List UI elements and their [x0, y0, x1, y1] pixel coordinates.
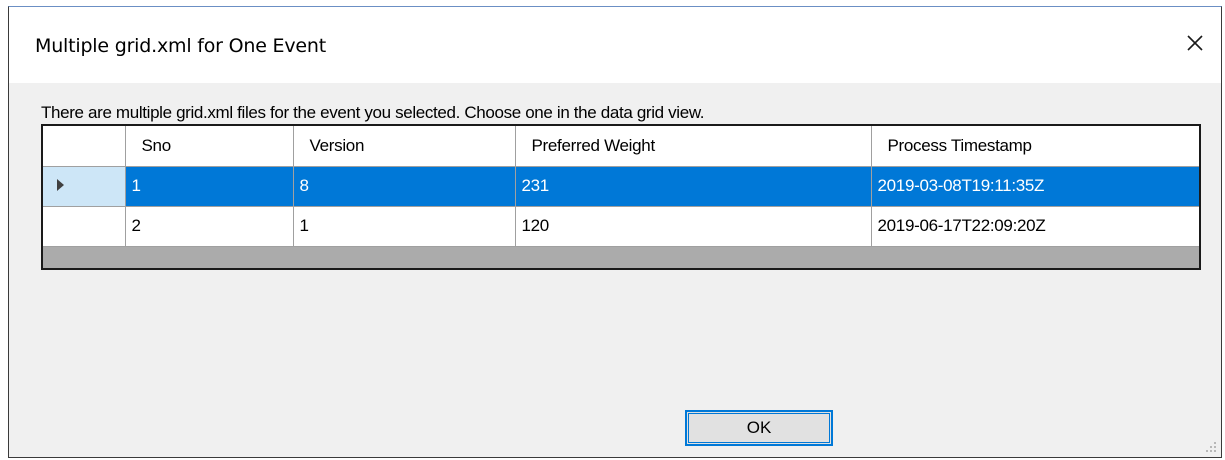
cell-preferred-weight[interactable]: 231	[515, 166, 872, 207]
dialog-window: Multiple grid.xml for One Event There ar…	[8, 6, 1222, 458]
cell-preferred-weight[interactable]: 120	[515, 206, 872, 247]
header-corner[interactable]	[43, 126, 126, 167]
focus-rect	[688, 413, 830, 443]
close-icon	[1187, 35, 1203, 51]
ok-button[interactable]: OK	[685, 410, 833, 446]
table-row[interactable]: 2 1 120 2019-06-17T22:09:20Z	[43, 206, 1199, 247]
close-button[interactable]	[1177, 25, 1213, 61]
cell-sno[interactable]: 1	[125, 166, 294, 207]
cell-sno[interactable]: 2	[125, 206, 294, 247]
window-title: Multiple grid.xml for One Event	[35, 35, 326, 57]
cell-process-timestamp[interactable]: 2019-06-17T22:09:20Z	[871, 206, 1199, 247]
grid-table: Sno Version Preferred Weight Process Tim…	[43, 126, 1199, 247]
row-header[interactable]	[43, 166, 126, 207]
header-row: Sno Version Preferred Weight Process Tim…	[43, 126, 1199, 167]
cell-version[interactable]: 8	[293, 166, 516, 207]
column-header-preferred-weight[interactable]: Preferred Weight	[515, 126, 872, 167]
data-grid-view[interactable]: Sno Version Preferred Weight Process Tim…	[41, 124, 1201, 270]
instruction-label: There are multiple grid.xml files for th…	[41, 103, 705, 122]
table-row[interactable]: 1 8 231 2019-03-08T19:11:35Z	[43, 166, 1199, 207]
column-header-version[interactable]: Version	[293, 126, 516, 167]
cell-process-timestamp[interactable]: 2019-03-08T19:11:35Z	[871, 166, 1199, 207]
current-row-arrow-icon	[57, 179, 64, 191]
column-header-process-timestamp[interactable]: Process Timestamp	[871, 126, 1199, 167]
resize-grip-icon[interactable]	[1203, 439, 1217, 453]
row-header[interactable]	[43, 206, 126, 247]
cell-version[interactable]: 1	[293, 206, 516, 247]
title-bar[interactable]: Multiple grid.xml for One Event	[9, 7, 1221, 83]
column-header-sno[interactable]: Sno	[125, 126, 294, 167]
